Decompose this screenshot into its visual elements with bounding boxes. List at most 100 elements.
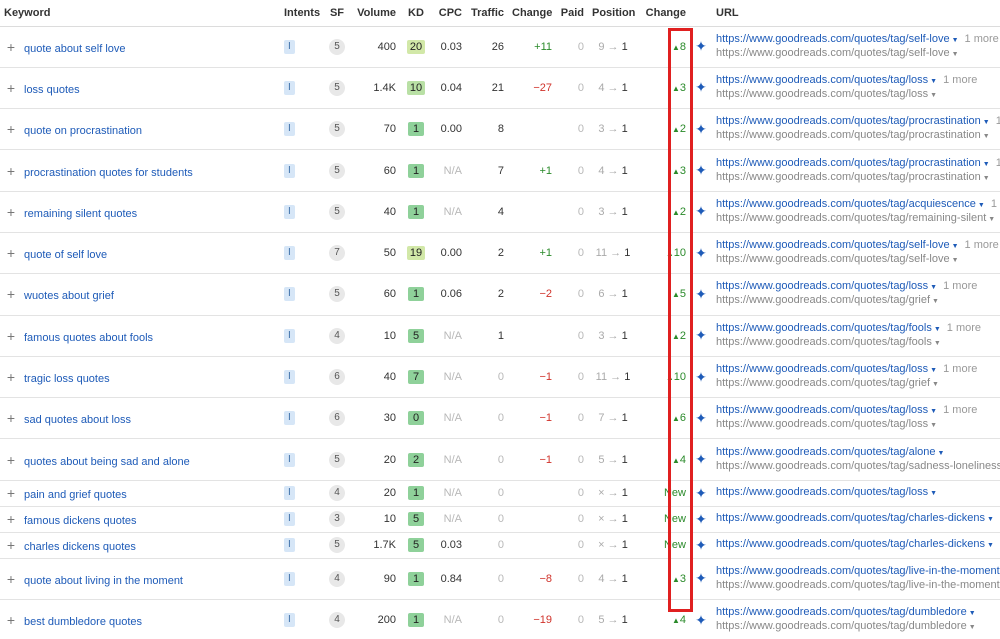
chevron-down-icon[interactable]: ▼ bbox=[930, 284, 937, 291]
more-urls-link[interactable]: 1 more bbox=[943, 280, 977, 292]
chevron-down-icon[interactable]: ▼ bbox=[983, 133, 990, 140]
url-link[interactable]: https://www.goodreads.com/quotes/tag/foo… bbox=[716, 322, 932, 334]
url-link[interactable]: https://www.goodreads.com/quotes/tag/sel… bbox=[716, 33, 950, 45]
url-link[interactable]: https://www.goodreads.com/quotes/tag/dum… bbox=[716, 606, 967, 618]
keyword-link[interactable]: quote about self love bbox=[24, 43, 126, 55]
keyword-link[interactable]: wuotes about grief bbox=[24, 290, 114, 302]
chevron-down-icon[interactable]: ▼ bbox=[978, 202, 985, 209]
col-cpc[interactable]: CPC bbox=[432, 0, 466, 27]
more-urls-link[interactable]: 1 more bbox=[991, 198, 1000, 210]
more-urls-link[interactable]: 1 more bbox=[947, 322, 981, 334]
add-keyword-icon[interactable]: + bbox=[4, 286, 18, 302]
col-url[interactable]: URL bbox=[712, 0, 1000, 27]
add-keyword-icon[interactable]: + bbox=[4, 571, 18, 587]
col-paid[interactable]: Paid bbox=[556, 0, 588, 27]
serp-features-count[interactable]: 5 bbox=[329, 38, 345, 55]
keyword-link[interactable]: procrastination quotes for students bbox=[24, 167, 193, 179]
url-previous[interactable]: https://www.goodreads.com/quotes/tag/sel… bbox=[716, 47, 950, 59]
ai-sparkle-icon[interactable]: ✦ bbox=[690, 438, 712, 481]
url-link[interactable]: https://www.goodreads.com/quotes/tag/sel… bbox=[716, 239, 950, 251]
url-previous[interactable]: https://www.goodreads.com/quotes/tag/pro… bbox=[716, 171, 981, 183]
add-keyword-icon[interactable]: + bbox=[4, 121, 18, 137]
url-link[interactable]: https://www.goodreads.com/quotes/tag/alo… bbox=[716, 446, 936, 458]
serp-features-count[interactable]: 4 bbox=[329, 485, 345, 502]
chevron-down-icon[interactable]: ▼ bbox=[988, 216, 995, 223]
url-link[interactable]: https://www.goodreads.com/quotes/tag/los… bbox=[716, 486, 928, 498]
chevron-down-icon[interactable]: ▼ bbox=[952, 51, 959, 58]
url-link[interactable]: https://www.goodreads.com/quotes/tag/cha… bbox=[716, 538, 985, 550]
more-urls-link[interactable]: 1 more bbox=[943, 363, 977, 375]
keyword-link[interactable]: charles dickens quotes bbox=[24, 541, 136, 553]
chevron-down-icon[interactable]: ▼ bbox=[983, 119, 990, 126]
add-keyword-icon[interactable]: + bbox=[4, 163, 18, 179]
col-position-change[interactable]: Change bbox=[638, 0, 690, 27]
url-previous[interactable]: https://www.goodreads.com/quotes/tag/gri… bbox=[716, 294, 930, 306]
ai-sparkle-icon[interactable]: ✦ bbox=[690, 599, 712, 639]
keyword-link[interactable]: remaining silent quotes bbox=[24, 208, 137, 220]
more-urls-link[interactable]: 1 more bbox=[996, 115, 1000, 127]
serp-features-count[interactable]: 5 bbox=[329, 162, 345, 179]
ai-sparkle-icon[interactable]: ✦ bbox=[690, 558, 712, 601]
add-keyword-icon[interactable]: + bbox=[4, 80, 18, 96]
url-link[interactable]: https://www.goodreads.com/quotes/tag/liv… bbox=[716, 565, 1000, 577]
chevron-down-icon[interactable]: ▼ bbox=[983, 175, 990, 182]
keyword-link[interactable]: quote of self love bbox=[24, 249, 107, 261]
ai-sparkle-icon[interactable]: ✦ bbox=[690, 315, 712, 357]
ai-sparkle-icon[interactable]: ✦ bbox=[690, 26, 712, 68]
serp-features-count[interactable]: 5 bbox=[329, 537, 345, 554]
ai-sparkle-icon[interactable]: ✦ bbox=[690, 232, 712, 275]
add-keyword-icon[interactable]: + bbox=[4, 328, 18, 344]
chevron-down-icon[interactable]: ▼ bbox=[932, 381, 939, 388]
url-link[interactable]: https://www.goodreads.com/quotes/tag/los… bbox=[716, 280, 928, 292]
serp-features-count[interactable]: 5 bbox=[329, 203, 345, 220]
serp-features-count[interactable]: 7 bbox=[329, 245, 345, 262]
keyword-link[interactable]: quotes about being sad and alone bbox=[24, 456, 190, 468]
keyword-link[interactable]: quote about living in the moment bbox=[24, 575, 183, 587]
url-previous[interactable]: https://www.goodreads.com/quotes/tag/sad… bbox=[716, 460, 1000, 472]
col-keyword[interactable]: Keyword bbox=[0, 0, 280, 27]
url-link[interactable]: https://www.goodreads.com/quotes/tag/los… bbox=[716, 363, 928, 375]
chevron-down-icon[interactable]: ▼ bbox=[983, 161, 990, 168]
ai-sparkle-icon[interactable]: ✦ bbox=[690, 149, 712, 192]
keyword-link[interactable]: tragic loss quotes bbox=[24, 373, 110, 385]
chevron-down-icon[interactable]: ▼ bbox=[952, 243, 959, 250]
add-keyword-icon[interactable]: + bbox=[4, 39, 18, 55]
add-keyword-icon[interactable]: + bbox=[4, 511, 18, 527]
chevron-down-icon[interactable]: ▼ bbox=[952, 257, 959, 264]
chevron-down-icon[interactable]: ▼ bbox=[987, 516, 994, 523]
add-keyword-icon[interactable]: + bbox=[4, 485, 18, 501]
add-keyword-icon[interactable]: + bbox=[4, 204, 18, 220]
add-keyword-icon[interactable]: + bbox=[4, 245, 18, 261]
more-urls-link[interactable]: 1 more bbox=[943, 404, 977, 416]
url-previous[interactable]: https://www.goodreads.com/quotes/tag/los… bbox=[716, 418, 928, 430]
chevron-down-icon[interactable]: ▼ bbox=[938, 450, 945, 457]
keyword-link[interactable]: pain and grief quotes bbox=[24, 489, 127, 501]
chevron-down-icon[interactable]: ▼ bbox=[930, 78, 937, 85]
col-position[interactable]: Position bbox=[588, 0, 638, 27]
url-link[interactable]: https://www.goodreads.com/quotes/tag/pro… bbox=[716, 157, 981, 169]
ai-sparkle-icon[interactable]: ✦ bbox=[690, 273, 712, 316]
serp-features-count[interactable]: 5 bbox=[329, 451, 345, 468]
serp-features-count[interactable]: 6 bbox=[329, 369, 345, 386]
keyword-link[interactable]: loss quotes bbox=[24, 84, 80, 96]
url-previous[interactable]: https://www.goodreads.com/quotes/tag/foo… bbox=[716, 336, 932, 348]
chevron-down-icon[interactable]: ▼ bbox=[930, 367, 937, 374]
serp-features-count[interactable]: 5 bbox=[329, 121, 345, 138]
col-intents[interactable]: Intents bbox=[280, 0, 322, 27]
url-link[interactable]: https://www.goodreads.com/quotes/tag/los… bbox=[716, 404, 928, 416]
url-previous[interactable]: https://www.goodreads.com/quotes/tag/sel… bbox=[716, 253, 950, 265]
chevron-down-icon[interactable]: ▼ bbox=[987, 542, 994, 549]
keyword-link[interactable]: sad quotes about loss bbox=[24, 414, 131, 426]
url-link[interactable]: https://www.goodreads.com/quotes/tag/acq… bbox=[716, 198, 976, 210]
more-urls-link[interactable]: 1 more bbox=[965, 33, 999, 45]
col-change[interactable]: Change bbox=[508, 0, 556, 27]
add-keyword-icon[interactable]: + bbox=[4, 410, 18, 426]
chevron-down-icon[interactable]: ▼ bbox=[930, 408, 937, 415]
ai-sparkle-icon[interactable]: ✦ bbox=[690, 67, 712, 110]
col-traffic[interactable]: Traffic bbox=[466, 0, 508, 27]
serp-features-count[interactable]: 4 bbox=[329, 327, 345, 344]
url-previous[interactable]: https://www.goodreads.com/quotes/tag/rem… bbox=[716, 212, 986, 224]
more-urls-link[interactable]: 1 more bbox=[943, 74, 977, 86]
col-sf[interactable]: SF bbox=[322, 0, 352, 27]
add-keyword-icon[interactable]: + bbox=[4, 452, 18, 468]
